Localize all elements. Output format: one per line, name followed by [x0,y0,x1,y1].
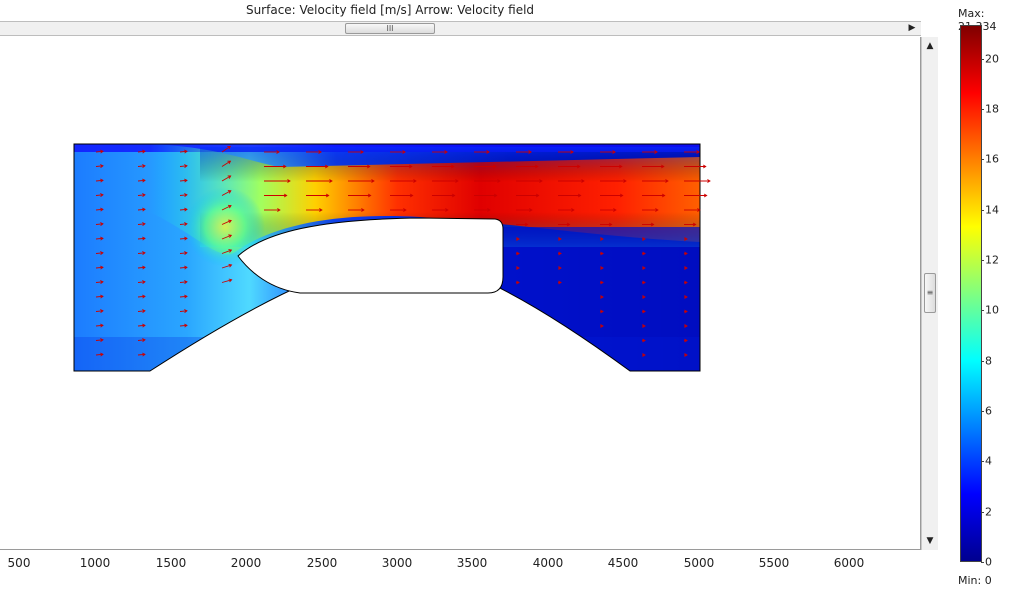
scroll-up-arrow-icon[interactable]: ▲ [922,39,938,53]
colorbar [960,25,982,562]
x-tick-label: 4000 [532,556,564,570]
scroll-right-arrow-icon[interactable]: ▶ [906,22,918,35]
x-tick-label: 500 [7,556,31,570]
colorbar-tick-label: 6 [985,404,992,418]
colorbar-tick-mark [981,159,984,161]
colorbar-tick-mark [981,360,984,362]
colorbar-tick-label: 18 [985,102,999,116]
x-tick-label: 4500 [607,556,639,570]
colorbar-tick-mark [981,58,984,60]
x-tick-label: 2500 [306,556,338,570]
colorbar-tick-label: 12 [985,253,999,267]
x-tick-label: 5000 [683,556,715,570]
colorbar-min-label: Min: 0 [958,574,992,587]
scroll-grip-icon: III [386,24,394,33]
colorbar-tick-mark [981,310,984,312]
x-tick-label: 2000 [230,556,262,570]
scroll-down-arrow-icon[interactable]: ▼ [922,534,938,548]
x-tick-label: 6000 [833,556,865,570]
colorbar-tick-mark [981,259,984,261]
x-tick-label: 1500 [155,556,187,570]
x-tick-label: 1000 [79,556,111,570]
vertical-scroll-thumb[interactable]: ≡ [924,273,936,313]
colorbar-tick-mark [981,108,984,110]
velocity-field-plot [73,143,711,372]
colorbar-tick-mark [981,511,984,513]
horizontal-scrollbar[interactable]: III ▶ [0,21,921,36]
horizontal-scroll-thumb[interactable]: III [345,23,435,34]
colorbar-tick-label: 8 [985,354,992,368]
colorbar-tick-mark [981,461,984,463]
plot-title: Surface: Velocity field [m/s] Arrow: Vel… [245,3,535,17]
plot-area[interactable] [0,37,921,550]
colorbar-tick-label: 16 [985,152,999,166]
colorbar-tick-label: 14 [985,203,999,217]
colorbar-tick-label: 10 [985,303,999,317]
colorbar-tick-mark [981,209,984,211]
colorbar-tick-mark [981,410,984,412]
colorbar-tick-mark [981,562,984,563]
x-tick-label: 3000 [381,556,413,570]
colorbar-tick-label: 20 [985,52,999,66]
x-tick-label: 5500 [758,556,790,570]
x-tick-label: 3500 [456,556,488,570]
colorbar-tick-label: 2 [985,505,992,519]
colorbar-tick-label: 0 [985,555,992,569]
colorbar-tick-label: 4 [985,454,992,468]
vertical-scrollbar[interactable]: ▲ ≡ ▼ [921,37,938,550]
